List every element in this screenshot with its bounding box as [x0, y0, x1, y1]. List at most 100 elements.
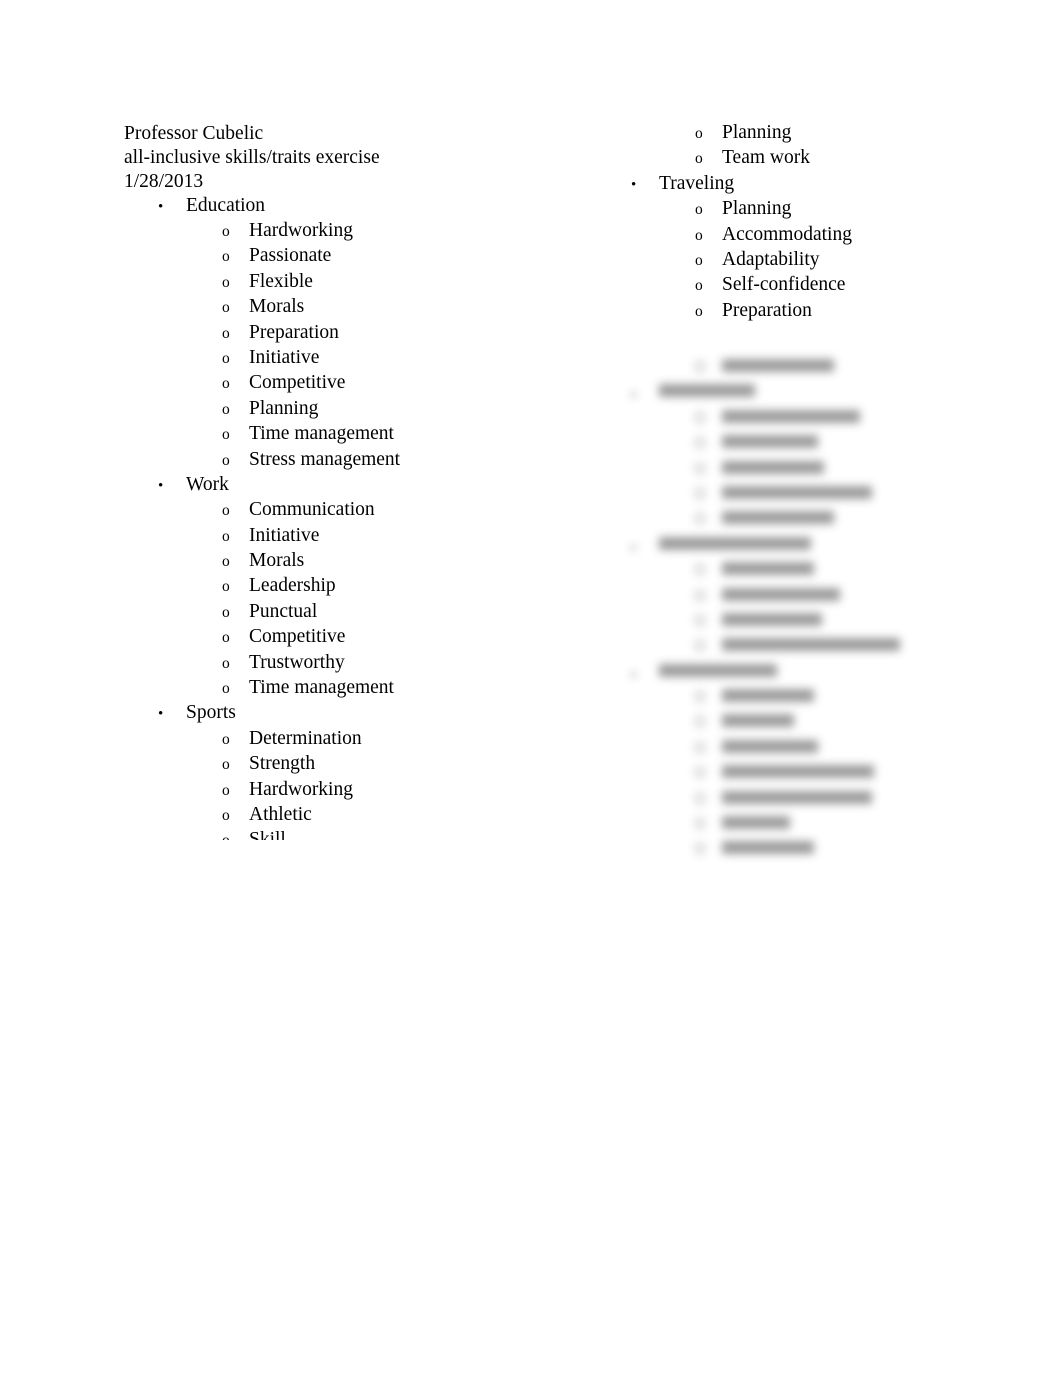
list-item: o Competitive — [124, 372, 554, 397]
circle-bullet-icon — [695, 612, 722, 630]
list-item — [597, 787, 1037, 812]
list-item: o Flexible — [124, 271, 554, 296]
circle-bullet-icon: o — [222, 553, 230, 571]
list-item — [597, 507, 1037, 532]
illegible-text — [722, 634, 900, 656]
circle-bullet-icon: o — [222, 349, 230, 367]
list-item: o Hardworking — [124, 220, 554, 245]
outline-heading-work: • Work — [124, 474, 554, 499]
circle-bullet-icon — [695, 510, 722, 528]
circle-bullet-icon — [695, 434, 722, 452]
list-item: o Morals — [124, 296, 554, 321]
list-item — [597, 761, 1037, 786]
list-item — [597, 355, 1037, 380]
illegible-text — [722, 355, 834, 377]
illegible-text — [659, 660, 777, 682]
list-item — [597, 457, 1037, 482]
list-item: o Strength — [124, 753, 554, 778]
list-item-label: Competitive — [249, 372, 346, 394]
circle-bullet-icon: o — [695, 226, 703, 244]
list-item: o Initiative — [124, 347, 554, 372]
list-item: o Punctual — [124, 601, 554, 626]
circle-bullet-icon: o — [222, 451, 230, 469]
illegible-text — [722, 685, 814, 707]
list-item-label: Skill — [249, 829, 286, 841]
list-item-label: Planning — [722, 198, 792, 220]
circle-bullet-icon: o — [695, 302, 703, 320]
list-item-label: Stress management — [249, 448, 401, 470]
list-item: o Athletic — [124, 804, 554, 829]
circle-bullet-icon — [695, 460, 722, 478]
list-item-label: Passionate — [249, 245, 332, 267]
bullet-icon: • — [631, 176, 637, 193]
bullet-icon — [631, 384, 659, 401]
list-item-label: Planning — [249, 397, 319, 419]
circle-bullet-icon: o — [222, 527, 230, 545]
list-item — [597, 685, 1037, 710]
circle-bullet-icon — [695, 409, 722, 427]
outline-heading-education: • Education — [124, 195, 554, 220]
illegible-text — [722, 507, 834, 529]
circle-bullet-icon — [695, 561, 722, 579]
bullet-icon: • — [158, 706, 164, 723]
list-item-label: Time management — [249, 677, 394, 699]
list-item — [597, 609, 1037, 634]
list-item — [597, 710, 1037, 735]
list-item-label: Team work — [722, 147, 810, 169]
illegible-text — [722, 431, 818, 453]
circle-bullet-icon — [695, 587, 722, 605]
list-item: o Skill — [124, 829, 554, 840]
list-item — [597, 837, 1037, 862]
circle-bullet-icon — [695, 739, 722, 757]
illegible-text — [722, 609, 822, 631]
list-item-label: Preparation — [722, 299, 812, 321]
circle-bullet-icon: o — [222, 299, 230, 317]
list-item: o Planning — [597, 122, 1027, 147]
list-item-label: Punctual — [249, 600, 318, 622]
list-item-label: Morals — [249, 296, 305, 318]
list-item-label: Time management — [249, 423, 394, 445]
list-item: o Time management — [124, 677, 554, 702]
outline-heading-label: Sports — [186, 702, 236, 724]
illegible-text — [722, 406, 860, 428]
list-item: o Hardworking — [124, 779, 554, 804]
list-item — [597, 431, 1037, 456]
illegible-text — [722, 837, 814, 859]
list-item-label: Trustworthy — [249, 651, 345, 673]
circle-bullet-icon: o — [222, 730, 230, 748]
circle-bullet-icon: o — [695, 125, 703, 142]
circle-bullet-icon: o — [695, 277, 703, 295]
list-item — [597, 634, 1037, 659]
illegible-text — [722, 457, 824, 479]
illegible-text — [722, 482, 872, 504]
list-item-label: Communication — [249, 499, 375, 521]
list-item: o Planning — [124, 398, 554, 423]
list-item-label: Hardworking — [249, 778, 353, 800]
circle-bullet-icon: o — [695, 251, 703, 269]
list-item — [597, 812, 1037, 837]
list-item-label: Leadership — [249, 575, 336, 597]
circle-bullet-icon: o — [695, 150, 703, 168]
list-item: o Communication — [124, 499, 554, 524]
illegible-text — [722, 558, 814, 580]
list-item-label: Accommodating — [722, 223, 852, 245]
circle-bullet-icon: o — [222, 223, 230, 240]
bullet-icon — [631, 664, 659, 681]
list-item-label: Determination — [249, 727, 362, 749]
circle-bullet-icon: o — [222, 324, 230, 342]
circle-bullet-icon: o — [222, 248, 230, 266]
illegible-text — [659, 380, 755, 402]
list-item: o Time management — [124, 423, 554, 448]
list-item-label: Athletic — [249, 803, 312, 825]
header-line-author: Professor Cubelic — [124, 123, 264, 144]
circle-bullet-icon: o — [222, 654, 230, 672]
outline-heading-illegible — [597, 660, 1037, 685]
circle-bullet-icon: o — [222, 375, 230, 393]
outline-heading-traveling: • Traveling — [597, 173, 1027, 198]
circle-bullet-icon: o — [222, 781, 230, 799]
list-item-label: Morals — [249, 550, 305, 572]
list-item-label: Flexible — [249, 270, 313, 292]
circle-bullet-icon: o — [222, 806, 230, 824]
list-item-label: Planning — [722, 122, 792, 143]
circle-bullet-icon — [695, 764, 722, 782]
